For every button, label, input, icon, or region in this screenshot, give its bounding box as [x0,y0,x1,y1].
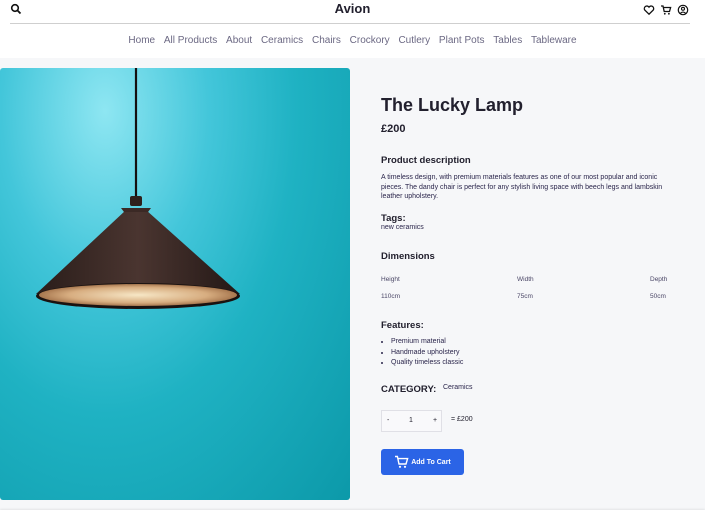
description-heading: Product description [381,155,471,166]
product-image [0,68,350,500]
header-divider [10,23,690,24]
add-to-cart-label: Add To Cart [411,458,451,466]
increment-button[interactable]: + [433,417,437,424]
category-nav: Home All Products About Ceramics Chairs … [0,35,705,46]
decrement-button[interactable]: - [387,417,389,424]
dimension-value-width: 75cm [517,293,533,300]
nav-item-all-products[interactable]: All Products [164,35,217,46]
features-heading: Features: [381,320,424,331]
product-title: The Lucky Lamp [381,95,524,115]
footer-edge [0,510,705,519]
category-value[interactable]: Ceramics [443,384,473,391]
total-price: = £200 [451,416,473,423]
feature-item: Quality timeless classic [391,358,463,369]
lamp-illustration [36,68,240,309]
user-icon[interactable] [677,3,689,16]
product-description: A timeless design, with premium material… [381,174,663,200]
category-heading: CATEGORY: [381,384,437,395]
quantity-stepper: - 1 + [381,410,442,432]
nav-item-ceramics[interactable]: Ceramics [261,35,303,46]
nav-item-tables[interactable]: Tables [493,35,522,46]
nav-item-tableware[interactable]: Tableware [531,35,577,46]
dimensions-heading: Dimensions [381,251,435,262]
product-price: £200 [381,123,406,135]
quantity-value: 1 [409,417,413,424]
dimension-value-height: 110cm [381,293,401,300]
cart-button-icon [395,455,409,468]
dimension-value-depth: 50cm [650,293,666,300]
add-to-cart-button[interactable]: Add To Cart [381,449,464,475]
heart-icon[interactable] [643,3,655,16]
brand-logo[interactable]: Avion [0,1,705,16]
nav-item-crockory[interactable]: Crockory [350,35,390,46]
nav-item-about[interactable]: About [226,35,252,46]
tags-heading: Tags: [381,213,406,224]
feature-item: Premium material [391,337,463,348]
dimension-label-depth: Depth [650,276,668,283]
dimension-label-height: Height [381,276,400,283]
feature-item: Handmade upholstery [391,348,463,359]
nav-item-chairs[interactable]: Chairs [312,35,341,46]
header: Avion [0,0,705,24]
product-detail: The Lucky Lamp £200 Product description … [0,58,705,510]
nav-item-home[interactable]: Home [128,35,155,46]
cart-icon[interactable] [660,3,672,15]
dimension-label-width: Width [517,276,534,283]
header-icons [643,3,689,16]
tags-value: new ceramics [381,224,424,231]
nav-item-cutlery[interactable]: Cutlery [398,35,430,46]
nav-item-plant-pots[interactable]: Plant Pots [439,35,485,46]
features-list: Premium material Handmade upholstery Qua… [391,337,463,369]
